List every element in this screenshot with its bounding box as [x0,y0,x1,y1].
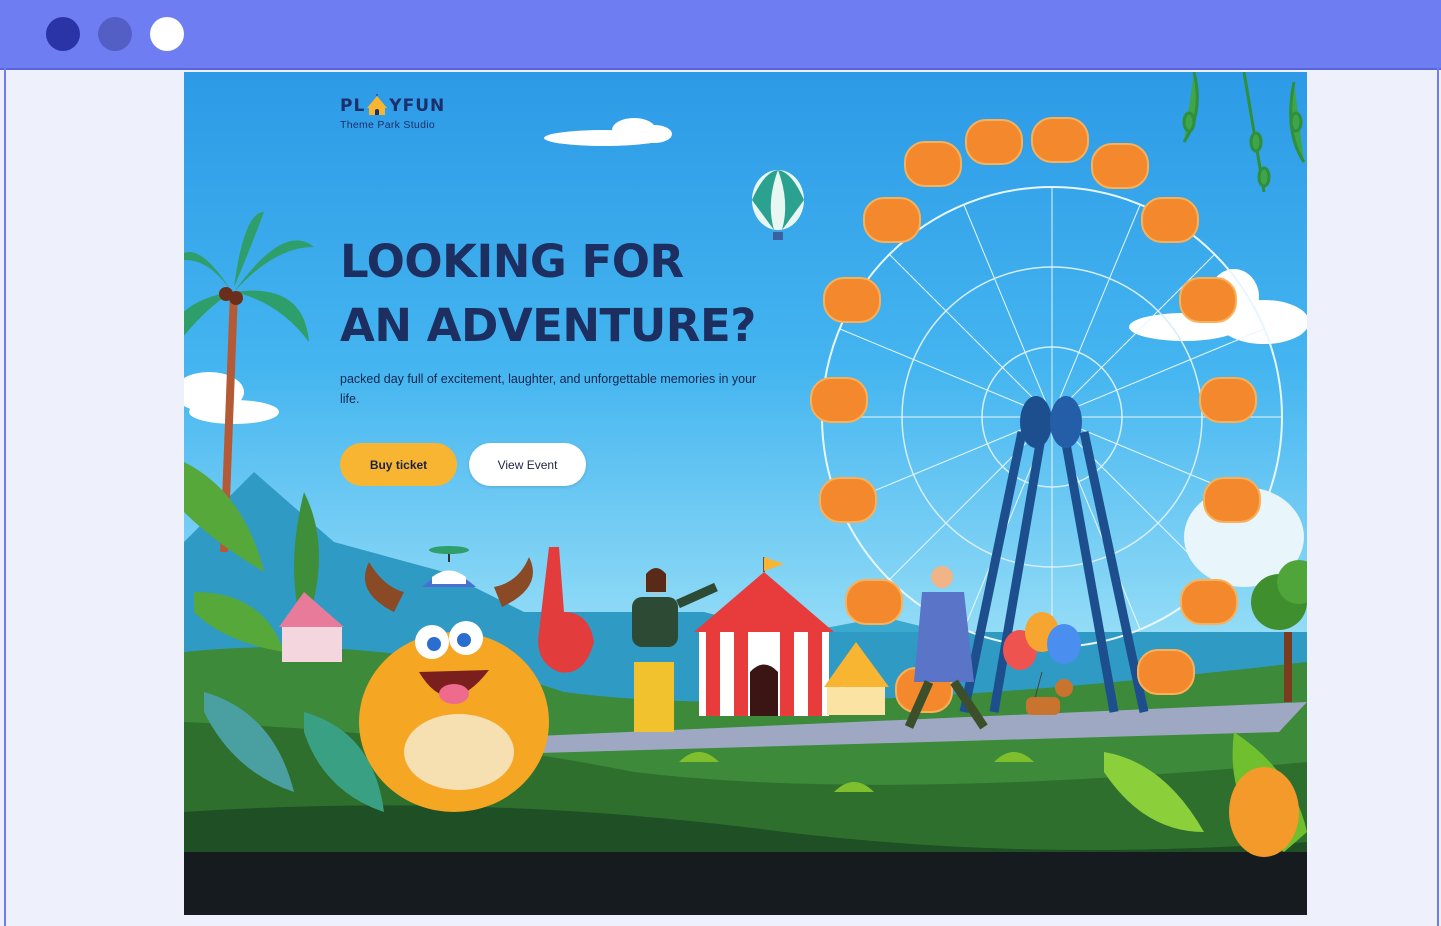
logo-text-right: YFUN [389,96,446,116]
hot-air-balloon-icon [752,170,804,240]
logo-wordmark: PL YFUN [340,94,445,116]
headline-line-1: LOOKING FOR [340,235,684,288]
buy-ticket-button[interactable]: Buy ticket [340,443,457,486]
hero-headline: LOOKING FOR AN ADVENTURE? [340,230,756,358]
window-frame-right [1437,68,1439,926]
view-event-button[interactable]: View Event [469,443,586,486]
window-title-bar [0,0,1441,70]
theme-park-illustration [184,72,1307,915]
tent-logo-icon [367,94,388,115]
window-frame-left [4,68,6,926]
headline-line-2: AN ADVENTURE? [340,299,756,352]
brand-logo[interactable]: PL YFUN Theme Park Studio [340,94,445,131]
hero-section: PL YFUN Theme Park Studio LOOKING FOR AN… [184,72,1307,915]
hero-tagline: packed day full of excitement, laughter,… [340,372,757,406]
window-minimize-dot[interactable] [98,17,132,51]
window-maximize-dot[interactable] [150,17,184,51]
logo-text-left: PL [340,96,366,116]
logo-subtitle: Theme Park Studio [340,119,435,131]
window-close-dot[interactable] [46,17,80,51]
